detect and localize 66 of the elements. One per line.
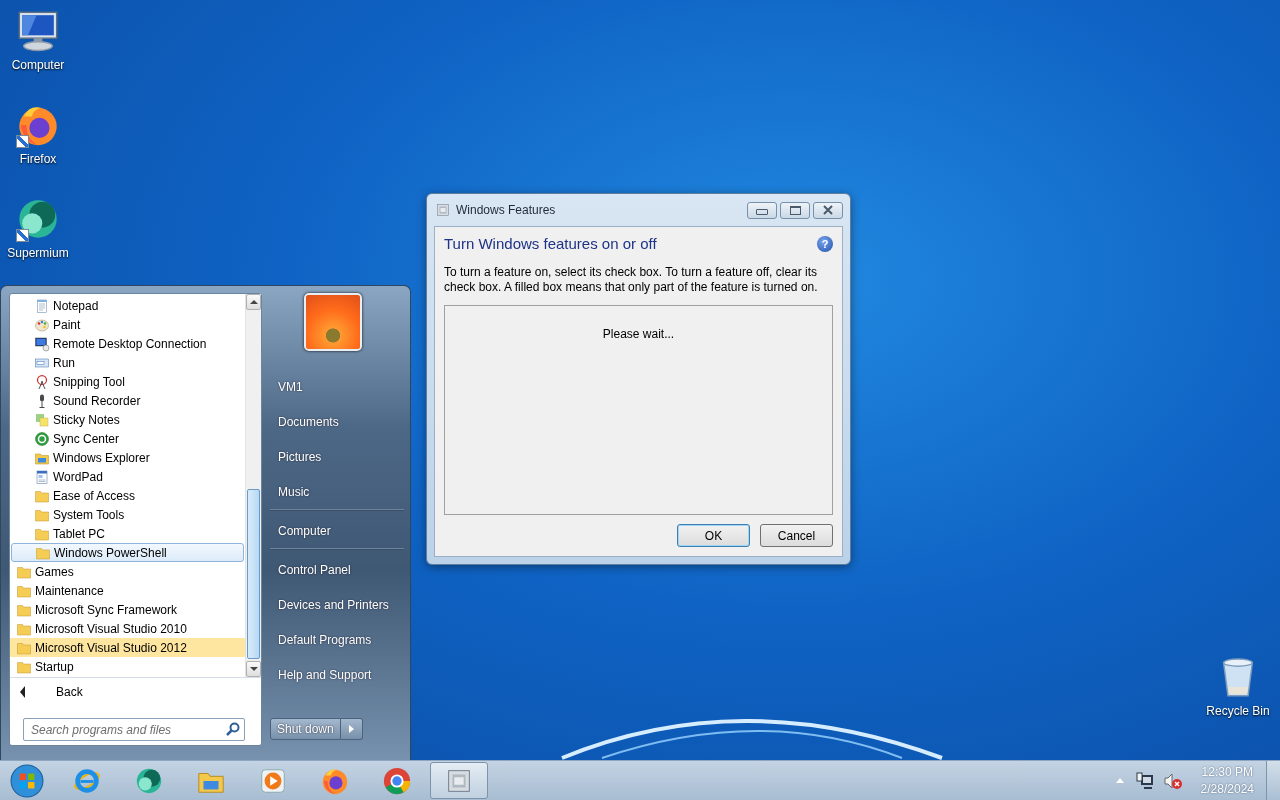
palette-icon bbox=[34, 316, 50, 333]
start-menu-link[interactable]: Music bbox=[270, 474, 404, 510]
program-item[interactable]: Snipping Tool bbox=[10, 372, 245, 391]
dialog-description: To turn a feature on, select its check box. To turn a feature off, clear its check box. A filled box means that only part of the feature is turned on. bbox=[444, 265, 819, 295]
program-item[interactable]: Sync Center bbox=[10, 429, 245, 448]
scissors-icon bbox=[34, 373, 50, 390]
browser-icon bbox=[382, 765, 412, 796]
desktop-shortcut[interactable]: Firefox bbox=[0, 100, 76, 166]
search-icon bbox=[226, 722, 240, 736]
volume-muted-icon[interactable] bbox=[1162, 771, 1183, 790]
program-item[interactable]: Windows PowerShell bbox=[11, 543, 244, 562]
program-item[interactable]: Microsoft Visual Studio 2012 bbox=[10, 638, 245, 657]
start-menu-link[interactable]: Computer bbox=[270, 513, 404, 549]
program-item[interactable]: Paint bbox=[10, 315, 245, 334]
maximize-button[interactable] bbox=[780, 201, 810, 219]
show-desktop-button[interactable] bbox=[1266, 761, 1280, 800]
program-item[interactable]: System Tools bbox=[10, 505, 245, 524]
program-item[interactable]: Startup bbox=[10, 657, 245, 676]
minimize-icon bbox=[756, 209, 768, 215]
search-field[interactable]: Search programs and files bbox=[23, 718, 245, 741]
monitor-icon bbox=[34, 335, 50, 352]
program-item[interactable]: Remote Desktop Connection bbox=[10, 334, 245, 353]
start-menu-link[interactable]: Documents bbox=[270, 404, 410, 439]
user-picture bbox=[304, 293, 362, 351]
start-menu-link[interactable]: Control Panel bbox=[270, 552, 410, 587]
program-item[interactable]: Maintenance bbox=[10, 581, 245, 600]
sticky-note-icon bbox=[34, 411, 50, 428]
start-menu-link[interactable]: Pictures bbox=[270, 439, 410, 474]
start-menu-link[interactable]: VM1 bbox=[270, 369, 410, 404]
sync-icon bbox=[34, 430, 50, 447]
desktop-shortcut[interactable]: Computer bbox=[0, 6, 76, 72]
start-menu-link[interactable]: Help and Support bbox=[270, 657, 410, 692]
network-icon[interactable] bbox=[1134, 771, 1155, 790]
loading-text: Please wait... bbox=[602, 327, 675, 341]
program-item[interactable]: Sticky Notes bbox=[10, 410, 245, 429]
back-arrow-icon bbox=[20, 686, 25, 698]
start-menu-link[interactable]: Devices and Printers bbox=[270, 587, 410, 622]
program-item[interactable]: Microsoft Sync Framework bbox=[10, 600, 245, 619]
window-title: Windows Features bbox=[456, 203, 556, 217]
start-menu-link[interactable]: Default Programs bbox=[270, 622, 410, 657]
maximize-icon bbox=[789, 205, 801, 215]
dialog-heading: Turn Windows features on or off bbox=[444, 235, 657, 252]
desktop-shortcut[interactable]: Supermium bbox=[0, 194, 76, 260]
taskbar-button[interactable] bbox=[430, 762, 488, 799]
program-item[interactable]: Sound Recorder bbox=[10, 391, 245, 410]
close-icon bbox=[822, 205, 834, 215]
program-item[interactable]: WordPad bbox=[10, 467, 245, 486]
ok-button[interactable]: OK bbox=[677, 524, 750, 547]
notepad-icon bbox=[34, 297, 50, 314]
minimize-button[interactable] bbox=[747, 201, 777, 219]
desktop-shortcut[interactable]: Recycle Bin bbox=[1200, 652, 1276, 718]
program-item[interactable]: Ease of Access bbox=[10, 486, 245, 505]
close-button[interactable] bbox=[813, 201, 843, 219]
scrollbar[interactable] bbox=[245, 294, 261, 677]
windows-logo-icon bbox=[10, 763, 44, 798]
shut-down-options-button[interactable] bbox=[340, 718, 363, 740]
program-item[interactable]: Run bbox=[10, 353, 245, 372]
program-item[interactable]: Windows Explorer bbox=[10, 448, 245, 467]
back-button[interactable]: Back bbox=[10, 679, 261, 705]
program-item[interactable]: Microsoft Visual Studio 2010 bbox=[10, 619, 245, 638]
document-icon bbox=[34, 468, 50, 485]
program-item[interactable]: Games bbox=[10, 562, 245, 581]
window-icon bbox=[435, 202, 451, 218]
program-item[interactable]: Tablet PC bbox=[10, 524, 245, 543]
program-item[interactable]: Notepad bbox=[10, 296, 245, 315]
cancel-button[interactable]: Cancel bbox=[760, 524, 833, 547]
